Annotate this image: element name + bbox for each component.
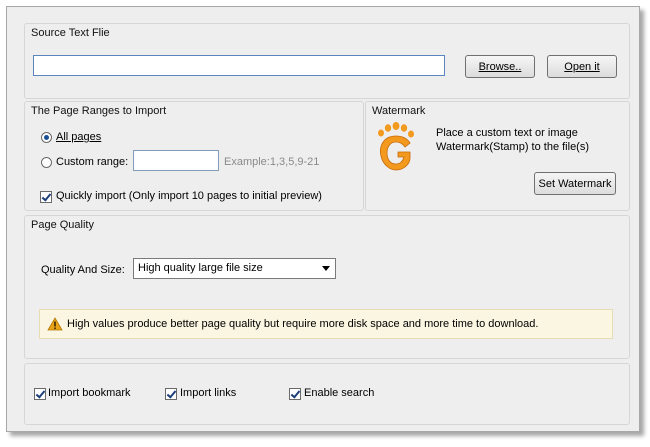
custom-range-label[interactable]: Custom range:: [56, 156, 128, 168]
browse-button[interactable]: Browse..: [465, 55, 535, 78]
watermark-description: Place a custom text or image Watermark(S…: [436, 127, 590, 153]
page-ranges-group: The Page Ranges to Import All pages Cust…: [24, 101, 364, 211]
dialog-window: Source Text Flie Browse.. Open it The Pa…: [6, 6, 640, 432]
quality-notice-text: High values produce better page quality …: [67, 318, 539, 330]
open-it-button-label: Open it: [564, 60, 600, 73]
enable-search-checkbox[interactable]: [289, 388, 301, 400]
import-bookmark-label[interactable]: Import bookmark: [48, 387, 131, 399]
browse-button-label: Browse..: [478, 60, 522, 73]
custom-range-radio[interactable]: [41, 157, 52, 168]
chevron-down-icon: [322, 266, 330, 271]
all-pages-radio[interactable]: [41, 132, 52, 143]
custom-range-example: Example:1,3,5,9-21: [224, 156, 320, 168]
source-path-input[interactable]: [33, 55, 445, 76]
page-ranges-title: The Page Ranges to Import: [31, 105, 167, 117]
quick-import-label[interactable]: Quickly import (Only import 10 pages to …: [56, 190, 322, 202]
import-bookmark-checkbox[interactable]: [34, 388, 46, 400]
quality-size-select[interactable]: High quality large file size: [133, 258, 336, 279]
set-watermark-button-label: Set Watermark: [538, 177, 612, 190]
footprint-logo-icon: [378, 122, 414, 171]
import-options-group: Import bookmark Import links Enable sear…: [24, 363, 630, 425]
import-links-checkbox[interactable]: [165, 388, 177, 400]
set-watermark-button[interactable]: Set Watermark: [534, 172, 616, 195]
watermark-group: Watermark Place a custom text or image W…: [365, 101, 630, 211]
quality-notice: High values produce better page quality …: [39, 309, 613, 339]
source-file-group: Source Text Flie Browse.. Open it: [24, 23, 630, 99]
quality-size-selected: High quality large file size: [138, 262, 263, 274]
import-links-label[interactable]: Import links: [180, 387, 236, 399]
page-quality-title: Page Quality: [31, 219, 94, 231]
page-quality-group: Page Quality Quality And Size: High qual…: [24, 215, 630, 359]
open-it-button[interactable]: Open it: [547, 55, 617, 78]
source-file-title: Source Text Flie: [31, 27, 110, 39]
watermark-title: Watermark: [372, 105, 426, 117]
enable-search-label[interactable]: Enable search: [304, 387, 374, 399]
warning-icon: [47, 317, 63, 331]
all-pages-label[interactable]: All pages: [56, 131, 101, 143]
quality-size-label: Quality And Size:: [41, 264, 125, 276]
quick-import-checkbox[interactable]: [40, 191, 52, 203]
custom-range-input[interactable]: [133, 150, 219, 171]
